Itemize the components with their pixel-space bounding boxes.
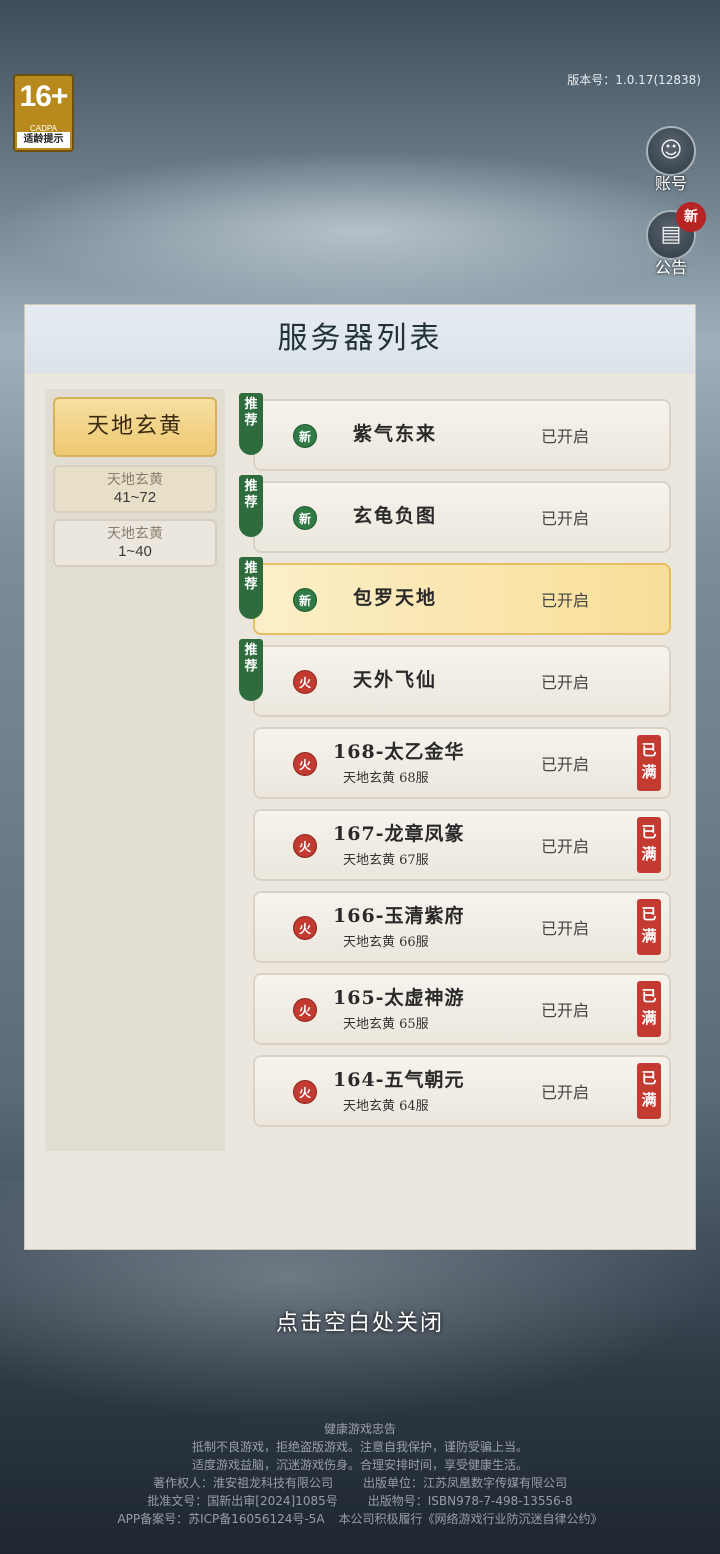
- footer-copyright: 著作权人：淮安祖龙科技有限公司: [152, 1476, 333, 1490]
- server-subtitle: 天地玄黄 66服: [343, 935, 429, 950]
- tab-label: 天地玄黄: [107, 472, 163, 488]
- footer-credits-row: 著作权人：淮安祖龙科技有限公司 出版单位：江苏凤凰数字传媒有限公司: [0, 1474, 720, 1492]
- server-group-tabs: 天地玄黄 天地玄黄 41~72 天地玄黄 1~40: [45, 389, 225, 1151]
- footer-icp: APP备案号：苏ICP备16056124号-5A: [117, 1512, 325, 1526]
- server-status: 已开启: [541, 1083, 590, 1102]
- panel-title: 服务器列表: [277, 321, 443, 356]
- recommend-ribbon: 推荐: [239, 557, 263, 619]
- close-hint[interactable]: 点击空白处关闭: [0, 1305, 720, 1337]
- server-name: 166-玉清紫府: [333, 905, 465, 927]
- server-item[interactable]: 推荐 新 玄龟负图 已开启: [239, 475, 671, 553]
- footer-isbn: 出版物号：ISBN978-7-498-13556-8: [367, 1494, 573, 1508]
- footer-publisher: 出版单位：江苏凤凰数字传媒有限公司: [363, 1476, 568, 1490]
- server-status: 已开启: [541, 755, 590, 774]
- server-status: 已开启: [541, 1001, 590, 1020]
- server-name: 164-五气朝元: [333, 1069, 465, 1091]
- server-subtitle: 天地玄黄 64服: [343, 1099, 429, 1114]
- account-icon: ☺: [646, 126, 696, 176]
- full-tag: 已满: [637, 817, 661, 873]
- server-status: 已开启: [541, 591, 590, 610]
- server-item[interactable]: 火 164-五气朝元 天地玄黄 64服 已开启 已满: [253, 1055, 671, 1127]
- server-item[interactable]: 火 167-龙章凤篆 天地玄黄 67服 已开启 已满: [253, 809, 671, 881]
- server-list-panel: 服务器列表 天地玄黄 天地玄黄 41~72 天地玄黄 1~40 推荐 新 紫气东…: [24, 304, 696, 1250]
- tab-group-main[interactable]: 天地玄黄: [53, 397, 217, 457]
- tab-range: 1~40: [118, 543, 152, 560]
- footer-notice: 健康游戏忠告 抵制不良游戏，拒绝盗版游戏。注意自我保护，谨防受骗上当。 适度游戏…: [0, 1420, 720, 1528]
- full-tag: 已满: [637, 1063, 661, 1119]
- footer-pledge: 本公司积极履行《网络游戏行业防沉迷自律公约》: [338, 1512, 603, 1526]
- server-status: 已开启: [541, 427, 590, 446]
- version-label: 版本号：1.0.17(12838): [567, 73, 701, 87]
- server-item[interactable]: 推荐 新 紫气东来 已开启: [239, 393, 671, 471]
- server-list: 推荐 新 紫气东来 已开启 推荐 新 玄龟负图 已开启 推荐 新 包罗天地 已开…: [231, 389, 693, 1151]
- footer-approval: 批准文号：国新出审[2024]1085号: [147, 1494, 338, 1508]
- server-subtitle: 天地玄黄 68服: [343, 771, 429, 786]
- hot-badge: 火: [293, 752, 317, 776]
- footer-license-row: 批准文号：国新出审[2024]1085号 出版物号：ISBN978-7-498-1…: [0, 1492, 720, 1510]
- server-status: 已开启: [541, 509, 590, 528]
- footer-advice-2: 适度游戏益脑，沉迷游戏伤身。合理安排时间，享受健康生活。: [191, 1458, 528, 1472]
- server-item[interactable]: 推荐 火 天外飞仙 已开启: [239, 639, 671, 717]
- recommend-ribbon: 推荐: [239, 639, 263, 701]
- tab-group-41-72[interactable]: 天地玄黄 41~72: [53, 465, 217, 513]
- hot-badge: 火: [293, 670, 317, 694]
- notice-label: 公告: [654, 258, 687, 277]
- server-name: 165-太虚神游: [333, 987, 465, 1009]
- server-status: 已开启: [541, 673, 590, 692]
- account-label: 账号: [654, 174, 687, 193]
- hot-badge: 火: [293, 1080, 317, 1104]
- full-tag: 已满: [637, 899, 661, 955]
- server-subtitle: 天地玄黄 67服: [343, 853, 429, 868]
- footer-icp-row: APP备案号：苏ICP备16056124号-5A 本公司积极履行《网络游戏行业防沉…: [0, 1510, 720, 1528]
- panel-header: 服务器列表: [25, 305, 695, 373]
- age-rating-number: 16+: [19, 80, 69, 113]
- full-tag: 已满: [637, 735, 661, 791]
- new-badge: 新: [293, 588, 317, 612]
- server-subtitle: 天地玄黄 65服: [343, 1017, 429, 1032]
- footer-title: 健康游戏忠告: [323, 1422, 396, 1436]
- server-item-selected[interactable]: 推荐 新 包罗天地 已开启: [239, 557, 671, 635]
- age-rating-tip: 适龄提示: [17, 132, 70, 148]
- server-item[interactable]: 火 166-玉清紫府 天地玄黄 66服 已开启 已满: [253, 891, 671, 963]
- server-item[interactable]: 火 165-太虚神游 天地玄黄 65服 已开启 已满: [253, 973, 671, 1045]
- full-tag: 已满: [637, 981, 661, 1037]
- new-badge: 新: [293, 506, 317, 530]
- background-mist: [0, 150, 720, 310]
- hot-badge: 火: [293, 998, 317, 1022]
- footer-advice-1: 抵制不良游戏，拒绝盗版游戏。注意自我保护，谨防受骗上当。: [191, 1440, 528, 1454]
- notice-button[interactable]: ▤ 新 公告: [644, 202, 706, 278]
- server-name: 天外飞仙: [353, 669, 438, 691]
- server-status: 已开启: [541, 837, 590, 856]
- server-name: 168-太乙金华: [333, 741, 465, 763]
- tab-group-1-40[interactable]: 天地玄黄 1~40: [53, 519, 217, 567]
- account-button[interactable]: ☺ 账号: [644, 126, 698, 194]
- hot-badge: 火: [293, 834, 317, 858]
- server-item[interactable]: 火 168-太乙金华 天地玄黄 68服 已开启 已满: [253, 727, 671, 799]
- server-status: 已开启: [541, 919, 590, 938]
- server-name: 包罗天地: [353, 587, 438, 609]
- age-rating-badge[interactable]: 16+ CADPA 适龄提示: [13, 74, 74, 152]
- new-tag: 新: [676, 202, 706, 232]
- tab-range: 41~72: [113, 489, 157, 506]
- server-name: 167-龙章凤篆: [333, 823, 465, 845]
- new-badge: 新: [293, 424, 317, 448]
- server-name: 玄龟负图: [353, 505, 438, 527]
- recommend-ribbon: 推荐: [239, 475, 263, 537]
- tab-label: 天地玄黄: [107, 526, 163, 542]
- tab-label: 天地玄黄: [86, 414, 183, 439]
- hot-badge: 火: [293, 916, 317, 940]
- recommend-ribbon: 推荐: [239, 393, 263, 455]
- server-name: 紫气东来: [353, 423, 438, 445]
